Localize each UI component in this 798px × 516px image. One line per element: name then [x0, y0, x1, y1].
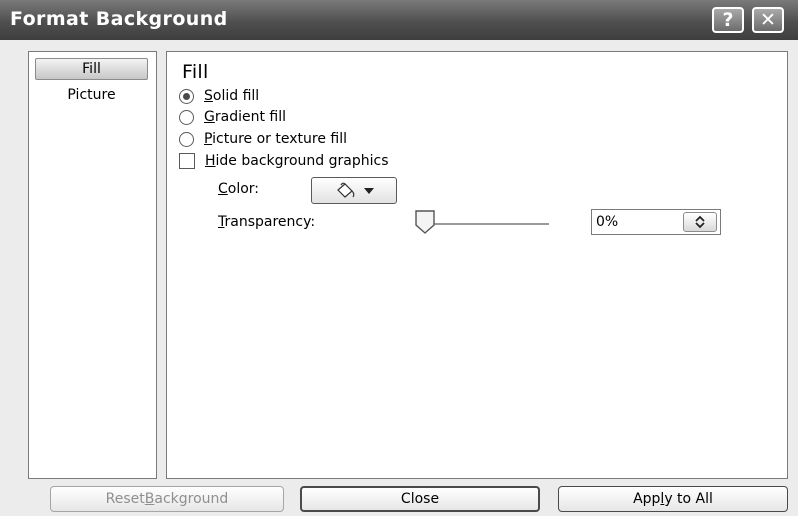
gradient-fill-label: Gradient fill: [204, 109, 286, 125]
reset-background-button[interactable]: Reset Background: [50, 486, 284, 512]
color-label: Color:: [218, 181, 260, 197]
help-icon: ?: [722, 9, 734, 31]
close-label: Close: [400, 491, 440, 507]
picture-fill-option[interactable]: Picture or texture fill: [179, 129, 347, 149]
nav-item-fill[interactable]: Fill: [35, 58, 148, 80]
solid-fill-option[interactable]: Solid fill: [179, 86, 259, 106]
spin-arrows-icon[interactable]: [683, 212, 717, 232]
transparency-slider[interactable]: [417, 223, 549, 225]
chevron-down-icon: [364, 187, 374, 194]
nav-item-label: Picture: [67, 87, 116, 103]
apply-to-all-button[interactable]: App l y to All: [558, 486, 788, 512]
hide-background-option[interactable]: Hide background graphics: [179, 151, 389, 171]
nav-item-label: Fill: [82, 61, 101, 77]
slider-thumb-icon[interactable]: [414, 209, 436, 235]
paint-bucket-icon: [337, 182, 355, 198]
close-button[interactable]: Close: [300, 486, 540, 512]
picture-fill-label: Picture or texture fill: [204, 131, 347, 147]
solid-fill-label: Solid fill: [204, 88, 260, 104]
reset-label-pre: Reset: [105, 491, 145, 507]
reset-label-rest: ackground: [154, 491, 229, 507]
reset-label-mnemonic: B: [144, 491, 155, 507]
dialog-title: Format Background: [10, 8, 228, 30]
hide-background-label: Hide background graphics: [205, 153, 389, 169]
picture-fill-radio[interactable]: [179, 131, 194, 147]
color-picker-button[interactable]: [311, 177, 397, 204]
apply-label-rest: y to All: [664, 491, 713, 507]
title-bar: Format Background ? ✕: [0, 0, 798, 40]
close-window-button[interactable]: ✕: [752, 7, 784, 33]
transparency-label: Transparency:: [218, 214, 316, 230]
transparency-spinner[interactable]: 0%: [591, 209, 721, 235]
nav-item-picture[interactable]: Picture: [35, 84, 148, 106]
close-icon: ✕: [760, 9, 776, 31]
transparency-value[interactable]: 0%: [596, 214, 618, 230]
apply-label-pre: App: [633, 491, 661, 507]
solid-fill-radio[interactable]: [179, 88, 194, 104]
hide-background-checkbox[interactable]: [179, 153, 195, 169]
fill-panel: Fill Solid fill Gradient fill Picture or…: [166, 51, 788, 479]
section-heading: Fill: [182, 61, 209, 83]
gradient-fill-option[interactable]: Gradient fill: [179, 107, 286, 127]
spin-arrows-glyph: [695, 215, 705, 229]
gradient-fill-radio[interactable]: [179, 109, 194, 125]
format-background-dialog: Format Background ? ✕ Fill Picture Fill …: [0, 0, 798, 516]
category-nav: Fill Picture: [28, 51, 157, 479]
help-button[interactable]: ?: [712, 7, 744, 33]
